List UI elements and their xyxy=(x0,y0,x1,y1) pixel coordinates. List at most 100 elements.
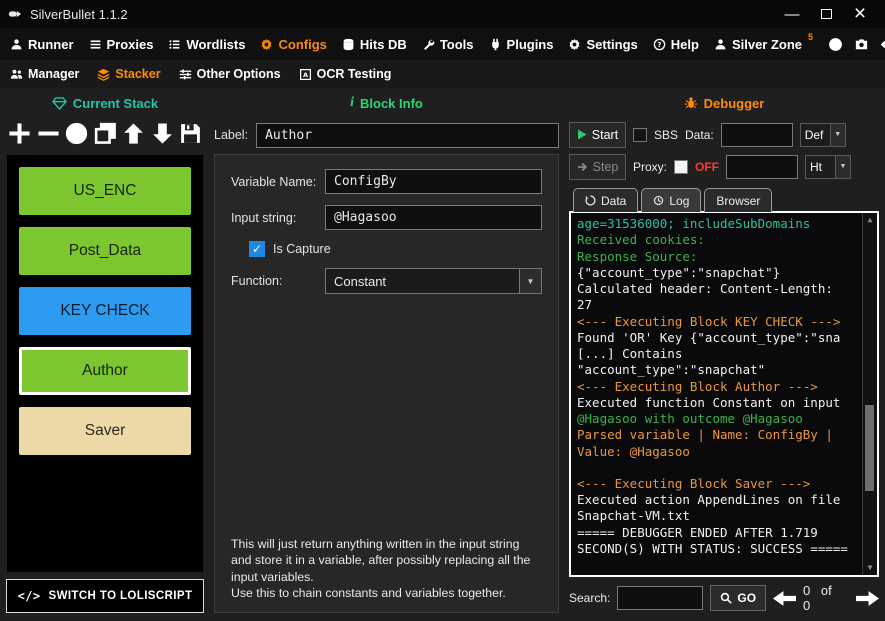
log-line: Parsed variable | Name: ConfigBy | Value… xyxy=(577,427,841,459)
previous-result-button[interactable] xyxy=(773,590,797,606)
scroll-down-icon[interactable]: ▼ xyxy=(863,563,877,573)
remove-block-icon[interactable] xyxy=(37,122,60,145)
scroll-up-icon[interactable]: ▲ xyxy=(863,215,877,225)
play-icon xyxy=(577,129,587,140)
tab-log[interactable]: Log xyxy=(641,188,702,212)
save-icon[interactable] xyxy=(179,122,202,145)
label-caption: Label: xyxy=(214,128,249,142)
proxy-input[interactable] xyxy=(726,154,799,179)
maximize-button[interactable] xyxy=(809,0,843,28)
data-type-dropdown[interactable]: Def ▼ xyxy=(799,122,846,147)
log-line: Executed action AppendLines on file Snap… xyxy=(577,492,848,524)
function-caption: Function: xyxy=(231,274,283,288)
clone-block-icon[interactable] xyxy=(94,122,117,145)
help-icon: ? xyxy=(653,38,666,51)
step-arrow-icon xyxy=(577,162,588,172)
eye-icon[interactable] xyxy=(880,37,885,52)
app-logo-icon xyxy=(8,7,22,21)
stack-block-saver[interactable]: Saver xyxy=(19,407,191,455)
proxy-caption: Proxy: xyxy=(633,159,668,174)
sbs-checkbox[interactable] xyxy=(633,127,647,142)
function-dropdown[interactable]: Constant ▼ xyxy=(325,268,542,294)
move-down-icon[interactable] xyxy=(151,122,174,145)
block-info-column: i Block Info Label: Variable Name: Input… xyxy=(214,90,559,613)
runner-icon xyxy=(10,38,23,51)
log-scrollbar[interactable]: ▲ ▼ xyxy=(862,213,877,575)
is-capture-label: Is Capture xyxy=(273,242,331,256)
check-icon: ✓ xyxy=(251,242,263,256)
minimize-button[interactable]: — xyxy=(775,0,809,28)
settings-gear-icon xyxy=(568,38,581,51)
debugger-log: age=31536000; includeSubDomains Received… xyxy=(569,211,879,577)
move-up-icon[interactable] xyxy=(122,122,145,145)
submenu-stacker[interactable]: Stacker xyxy=(97,67,161,81)
proxy-type-value: Ht xyxy=(810,159,823,174)
stacker-layers-icon xyxy=(97,68,110,81)
menu-runner[interactable]: Runner xyxy=(10,37,74,52)
submenu-other-options[interactable]: Other Options xyxy=(179,67,281,81)
log-line: @Hagasoo with outcome @Hagasoo xyxy=(577,411,803,426)
tab-data[interactable]: Data xyxy=(573,188,639,212)
input-string-caption: Input string: xyxy=(231,210,297,225)
data-type-value: Def xyxy=(804,127,824,142)
debugger-header: Debugger xyxy=(569,90,879,116)
close-button[interactable]: × xyxy=(843,0,877,28)
svg-text:?: ? xyxy=(657,40,661,49)
history-icon xyxy=(654,195,664,206)
next-result-button[interactable] xyxy=(856,590,879,606)
debug-data-input[interactable] xyxy=(720,122,793,147)
menu-tools[interactable]: Tools xyxy=(422,37,474,52)
chevron-down-icon[interactable]: ▼ xyxy=(829,123,845,146)
menu-hitsdb[interactable]: Hits DB xyxy=(342,37,407,52)
chevron-down-icon[interactable]: ▼ xyxy=(519,269,541,293)
start-button[interactable]: Start xyxy=(569,121,626,148)
submenu-ocr-testing[interactable]: A OCR Testing xyxy=(299,67,391,81)
menu-help[interactable]: ? Help xyxy=(653,37,699,52)
proxy-type-dropdown[interactable]: Ht ▼ xyxy=(805,154,852,179)
log-line: Response Source: xyxy=(577,248,698,264)
menu-settings[interactable]: Settings xyxy=(568,37,638,52)
stack-block-author[interactable]: Author xyxy=(19,347,191,395)
stack-block-post-data[interactable]: Post_Data xyxy=(19,227,191,275)
maximize-icon xyxy=(820,9,832,19)
silver-zone-icon xyxy=(714,38,727,51)
log-line: Found 'OR' Key {"account_type":"sna [...… xyxy=(577,329,848,378)
label-input[interactable] xyxy=(256,122,559,148)
log-line: Received cookies: xyxy=(577,232,705,248)
scrollbar-thumb[interactable] xyxy=(865,404,874,491)
ocr-icon: A xyxy=(299,68,312,81)
search-input[interactable] xyxy=(617,586,704,610)
search-go-button[interactable]: GO xyxy=(710,585,767,611)
history-icon[interactable] xyxy=(828,37,843,52)
step-button[interactable]: Step xyxy=(569,153,626,180)
tab-browser[interactable]: Browser xyxy=(704,188,773,212)
switch-to-loliscript-button[interactable]: </> SWITCH TO LOLISCRIPT xyxy=(6,579,204,613)
menu-wordlists[interactable]: Wordlists xyxy=(168,37,245,52)
input-string-input[interactable] xyxy=(325,205,542,230)
plug-icon xyxy=(489,38,502,51)
chevron-down-icon[interactable]: ▼ xyxy=(835,155,851,178)
variable-name-input[interactable] xyxy=(325,169,542,194)
is-capture-checkbox[interactable]: ✓ xyxy=(249,241,265,257)
proxy-checkbox[interactable] xyxy=(674,159,689,174)
block-info-header: i Block Info xyxy=(350,95,423,111)
log-line: Executed function Constant on input xyxy=(577,394,841,410)
is-capture-row: ✓ Is Capture xyxy=(231,241,542,257)
window-title: SilverBullet 1.1.2 xyxy=(30,6,128,22)
clear-stack-icon[interactable] xyxy=(65,122,88,145)
stack-block-key-check[interactable]: KEY CHECK xyxy=(19,287,191,335)
main-menubar: Runner Proxies Wordlists Configs Hits DB… xyxy=(0,28,885,60)
log-line: {"account_type":"snapchat"} xyxy=(577,264,781,280)
menu-silver-zone[interactable]: Silver Zone 5 xyxy=(714,32,813,52)
stack-toolbar xyxy=(6,116,204,150)
menu-configs[interactable]: Configs xyxy=(260,37,327,52)
camera-icon[interactable] xyxy=(854,37,869,52)
sliders-icon xyxy=(179,68,192,81)
proxy-off-status: OFF xyxy=(695,159,720,174)
menu-proxies[interactable]: Proxies xyxy=(89,37,153,52)
submenu-manager[interactable]: Manager xyxy=(10,67,79,81)
stack-block-us-enc[interactable]: US_ENC xyxy=(19,167,191,215)
add-block-icon[interactable] xyxy=(8,122,31,145)
menu-plugins[interactable]: Plugins xyxy=(489,37,553,52)
